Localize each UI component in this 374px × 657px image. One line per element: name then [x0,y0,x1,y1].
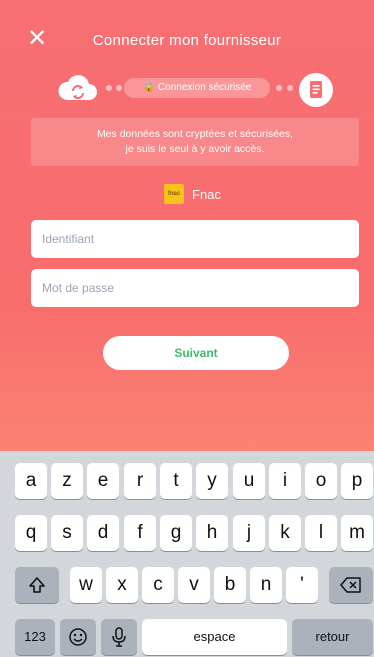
keyboard: a z e r t y u i o p q s d f g h j k l m … [0,451,374,657]
app-screen: ✕ Connecter mon fournisseur 🔒 Connexion … [0,0,374,657]
key[interactable]: ' [286,567,318,603]
key[interactable]: o [305,463,337,499]
key[interactable]: k [269,515,301,551]
info-line-2: je suis le seul à y avoir accès. [125,143,265,155]
key[interactable]: t [160,463,192,499]
step-dot [287,85,293,91]
key[interactable]: a [15,463,47,499]
progress-steps: 🔒 Connexion sécurisée [0,70,374,107]
shift-icon [29,577,45,593]
key[interactable]: m [341,515,373,551]
key[interactable]: q [15,515,47,551]
key[interactable]: n [250,567,282,603]
key[interactable]: x [106,567,138,603]
key[interactable]: s [51,515,83,551]
password-input[interactable]: Mot de passe [31,269,359,307]
top-bar: ✕ Connecter mon fournisseur [0,24,374,58]
page-title: Connecter mon fournisseur [92,32,282,49]
provider-name: Fnac [192,187,221,202]
return-key[interactable]: retour [292,619,373,655]
space-key[interactable]: espace [142,619,287,655]
provider-row: fnac Fnac [0,184,374,206]
key[interactable]: h [196,515,228,551]
key[interactable]: d [87,515,119,551]
key[interactable]: w [70,567,102,603]
key[interactable]: b [214,567,246,603]
step-dot [116,85,122,91]
dictation-key[interactable] [101,619,137,655]
identifiant-input[interactable]: Identifiant [31,220,359,258]
microphone-icon [112,627,126,647]
key[interactable]: r [124,463,156,499]
security-info-box: Mes données sont cryptées et sécurisées,… [31,118,359,166]
step-dot [106,85,112,91]
shift-key[interactable] [15,567,59,603]
key[interactable]: c [142,567,174,603]
lock-icon: 🔒 [142,82,156,93]
info-line-1: Mes données sont cryptées et sécurisées, [96,128,294,140]
document-icon [310,81,322,98]
secure-label: Connexion sécurisée [157,82,252,93]
key[interactable]: y [196,463,228,499]
key[interactable]: v [178,567,210,603]
fnac-logo: fnac [164,184,184,204]
numbers-key[interactable]: 123 [15,619,55,655]
step-dot [276,85,282,91]
key[interactable]: g [160,515,192,551]
key[interactable]: z [51,463,83,499]
key[interactable]: p [341,463,373,499]
key[interactable]: l [305,515,337,551]
secure-connection-badge: 🔒 Connexion sécurisée [124,78,270,98]
emoji-key[interactable] [60,619,96,655]
key[interactable]: e [87,463,119,499]
backspace-icon [340,577,361,593]
key[interactable]: f [124,515,156,551]
emoji-icon [69,628,87,646]
key[interactable]: u [233,463,265,499]
document-step [299,73,333,107]
key[interactable]: i [269,463,301,499]
next-button[interactable]: Suivant [103,336,289,370]
key[interactable]: j [233,515,265,551]
cloud-sync-icon [58,75,97,100]
delete-key[interactable] [329,567,373,603]
